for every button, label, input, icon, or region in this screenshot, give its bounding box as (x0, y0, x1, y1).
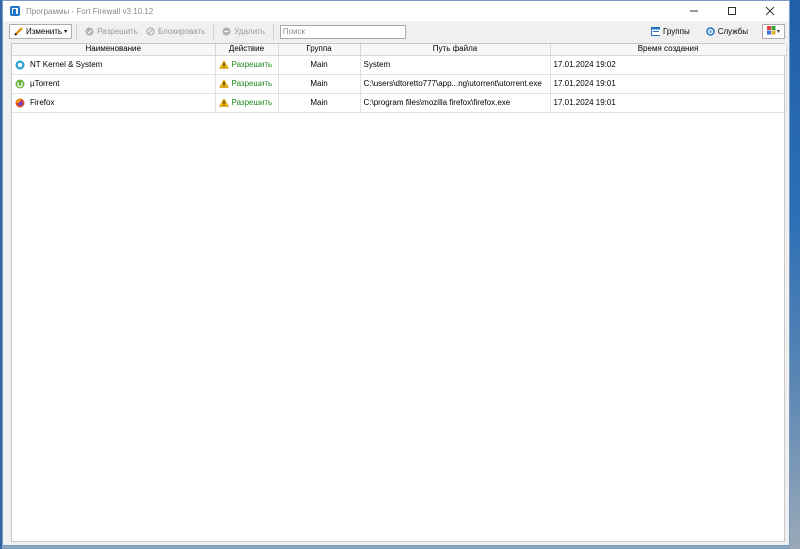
services-label: Службы (717, 27, 748, 36)
column-header-name[interactable]: Наименование (12, 44, 216, 56)
allow-button[interactable]: Разрешить (81, 24, 142, 39)
edit-label: Изменить (26, 27, 63, 36)
programs-window: Программы - Fort Firewall v3.10.12 Измен… (2, 0, 790, 546)
edit-button[interactable]: Изменить ▾ (9, 24, 73, 39)
warning-icon (218, 79, 229, 88)
toolbar: Изменить ▾ Разрешить Блокировать Удалить (3, 21, 789, 42)
action-cell: Разрешить (215, 55, 279, 75)
grid-menu-icon: ▾ (766, 26, 781, 37)
program-name: NT Kernel & System (30, 60, 103, 69)
action-text: Разрешить (231, 98, 273, 107)
group-cell: Main (278, 93, 361, 113)
block-icon (146, 27, 155, 36)
window-title: Программы - Fort Firewall v3.10.12 (26, 6, 154, 16)
table-row[interactable]: Firefox Разрешить Main C:\program files\… (12, 93, 787, 113)
table-row[interactable]: NT Kernel & System Разрешить Main System… (12, 55, 787, 75)
groups-icon (651, 27, 661, 36)
desktop-background-right (790, 0, 800, 549)
group-cell: Main (278, 55, 361, 75)
delete-button[interactable]: Удалить (218, 24, 269, 39)
system-icon (15, 60, 25, 70)
minus-circle-icon (222, 27, 231, 36)
firefox-icon (15, 98, 25, 108)
close-button[interactable] (751, 1, 789, 21)
block-label: Блокировать (157, 27, 206, 36)
column-header-path[interactable]: Путь файла (360, 44, 551, 56)
allow-label: Разрешить (97, 27, 138, 36)
path-cell: System (360, 55, 551, 75)
minimize-icon (690, 10, 698, 12)
action-cell: Разрешить (215, 93, 279, 113)
group-cell: Main (278, 74, 361, 94)
minimize-button[interactable] (675, 1, 713, 21)
name-cell: NT Kernel & System (12, 55, 216, 75)
created-cell: 17.01.2024 19:01 (550, 74, 787, 94)
name-cell: Firefox (12, 93, 216, 113)
warning-icon (218, 98, 229, 107)
maximize-icon (728, 7, 736, 15)
groups-button[interactable]: Группы (647, 24, 694, 39)
chevron-down-icon: ▾ (64, 29, 68, 35)
program-name: µTorrent (30, 79, 60, 88)
action-cell: Разрешить (215, 74, 279, 94)
path-cell: C:\program files\mozilla firefox\firefox… (360, 93, 551, 113)
name-cell: µTorrent (12, 74, 216, 94)
menu-button[interactable]: ▾ (762, 24, 785, 39)
column-header-created[interactable]: Время создания (550, 44, 787, 56)
groups-label: Группы (663, 27, 690, 36)
action-text: Разрешить (231, 60, 273, 69)
warning-icon (218, 60, 229, 69)
action-text: Разрешить (231, 79, 273, 88)
utorrent-icon (15, 79, 25, 89)
table-row[interactable]: µTorrent Разрешить Main C:\users\dtorett… (12, 74, 787, 94)
window-controls (675, 1, 789, 21)
table-header: Наименование Действие Группа Путь файла … (12, 44, 787, 56)
svg-text:▾: ▾ (777, 28, 780, 35)
created-cell: 17.01.2024 19:01 (550, 93, 787, 113)
services-button[interactable]: Службы (702, 24, 752, 39)
title-bar[interactable]: Программы - Fort Firewall v3.10.12 (3, 1, 789, 21)
toolbar-right: Группы Службы ▾ (647, 21, 789, 42)
programs-table: Наименование Действие Группа Путь файла … (11, 43, 787, 542)
delete-label: Удалить (234, 27, 265, 36)
toolbar-separator (213, 24, 215, 39)
created-cell: 17.01.2024 19:02 (550, 55, 787, 75)
pencil-icon (14, 27, 23, 36)
close-icon (765, 6, 775, 16)
fort-firewall-icon (10, 6, 20, 16)
check-circle-icon (85, 27, 94, 36)
program-name: Firefox (30, 98, 55, 107)
toolbar-separator (76, 24, 78, 39)
maximize-button[interactable] (713, 1, 751, 21)
column-header-action[interactable]: Действие (215, 44, 279, 56)
toolbar-separator (272, 24, 274, 39)
path-cell: C:\users\dtoretto777\app...ng\utorrent\u… (360, 74, 551, 94)
search-input[interactable] (279, 24, 406, 39)
services-icon (705, 27, 715, 36)
column-header-group[interactable]: Группа (278, 44, 361, 56)
block-button[interactable]: Блокировать (142, 24, 210, 39)
